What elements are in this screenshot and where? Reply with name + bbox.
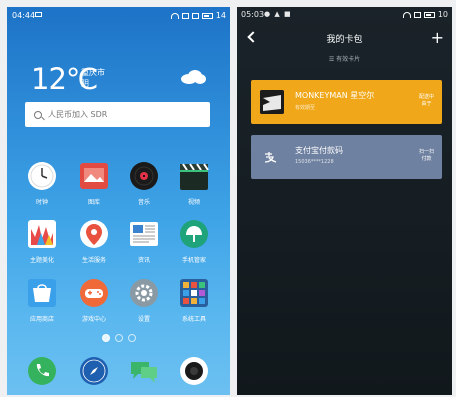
music-icon [130, 162, 158, 190]
card-subtitle: 有效期至 [295, 105, 316, 111]
app-game-center[interactable]: 游戏中心 [69, 278, 119, 324]
home-screen: 04:44 14 12℃ 重庆市 阴 人民币加入 SDR 时钟 图库 音乐 视频… [7, 7, 230, 395]
settings-icon [130, 279, 158, 307]
notification-image-icon [35, 12, 42, 17]
add-card-button[interactable]: + [431, 28, 444, 47]
cloud-icon [181, 70, 206, 84]
search-input[interactable]: 人民币加入 SDR [25, 102, 210, 127]
dock [7, 356, 230, 386]
video-icon [180, 163, 209, 190]
search-placeholder: 人民币加入 SDR [48, 110, 108, 119]
wifi-icon [402, 11, 411, 18]
status-time: 05:03 [241, 10, 265, 19]
monkeyman-logo-icon [260, 90, 284, 114]
wifi-icon [170, 12, 179, 19]
page-title: 我的卡包 [326, 35, 363, 45]
battery-level: 10 [437, 10, 448, 19]
notification-icons: ● ▲ ■ [264, 10, 292, 18]
status-time: 04:44 [12, 11, 36, 20]
camera-icon[interactable] [179, 356, 209, 386]
status-bar: 05:03 ● ▲ ■ 10 [237, 7, 452, 21]
sim-icon [413, 11, 421, 18]
sim-icon [181, 12, 189, 19]
alipay-payment-card[interactable]: 支付宝付款码 15036****1228 扫一扫 付款 [251, 135, 442, 179]
weather-location: 重庆市 阴 [81, 67, 105, 89]
phone-icon[interactable] [27, 356, 57, 386]
page-dot[interactable] [101, 334, 110, 342]
gallery-icon [80, 163, 108, 189]
card-action: 扫一扫 付款 [418, 149, 434, 162]
card-wallet-screen: 05:03 ● ▲ ■ 10 我的卡包 + ☰ 有效卡片 MONKEYMAN 星… [237, 7, 452, 395]
app-news[interactable]: 资讯 [119, 219, 169, 265]
app-gallery[interactable]: 图库 [69, 161, 119, 207]
alipay-icon [264, 152, 277, 163]
valid-cards-label: ☰ 有效卡片 [328, 56, 361, 63]
app-phone-manager[interactable]: 手机管家 [169, 219, 219, 265]
battery-icon [201, 12, 213, 19]
battery-icon [423, 11, 435, 18]
messages-icon[interactable] [129, 356, 159, 386]
app-store-icon [28, 279, 56, 307]
app-store[interactable]: 应用商店 [17, 278, 67, 324]
app-life-service[interactable]: 生活服务 [69, 219, 119, 265]
app-header: 我的卡包 + [237, 28, 452, 49]
system-tools-icon [180, 279, 208, 307]
card-title: MONKEYMAN 星空尔 [295, 91, 375, 100]
signal-icon [191, 12, 199, 19]
app-settings[interactable]: 设置 [119, 278, 169, 324]
app-video[interactable]: 视频 [169, 161, 219, 207]
search-icon [34, 110, 42, 119]
weather-condition: 阴 [81, 79, 89, 88]
clock-icon [28, 162, 56, 190]
app-clock[interactable]: 时钟 [17, 161, 67, 207]
app-theme[interactable]: 主题美化 [17, 219, 67, 265]
app-system-tools[interactable]: 系统工具 [169, 278, 219, 324]
game-center-icon [80, 279, 108, 307]
card-subtitle: 15036****1228 [295, 159, 334, 165]
life-service-icon [80, 220, 108, 248]
page-dot[interactable] [127, 334, 136, 342]
page-indicator [7, 334, 230, 342]
theme-icon [28, 220, 56, 248]
page-dot[interactable] [114, 334, 123, 342]
card-action: 配送中 由于 [418, 94, 434, 107]
phone-manager-icon [180, 220, 208, 248]
city-name: 重庆市 [81, 68, 105, 77]
app-music[interactable]: 音乐 [119, 161, 169, 207]
membership-card[interactable]: MONKEYMAN 星空尔 有效期至 配送中 由于 [251, 80, 442, 124]
card-title: 支付宝付款码 [295, 146, 343, 155]
battery-level: 14 [215, 11, 226, 20]
browser-icon[interactable] [79, 356, 109, 386]
news-icon [130, 222, 158, 246]
status-bar: 04:44 14 [7, 7, 230, 23]
